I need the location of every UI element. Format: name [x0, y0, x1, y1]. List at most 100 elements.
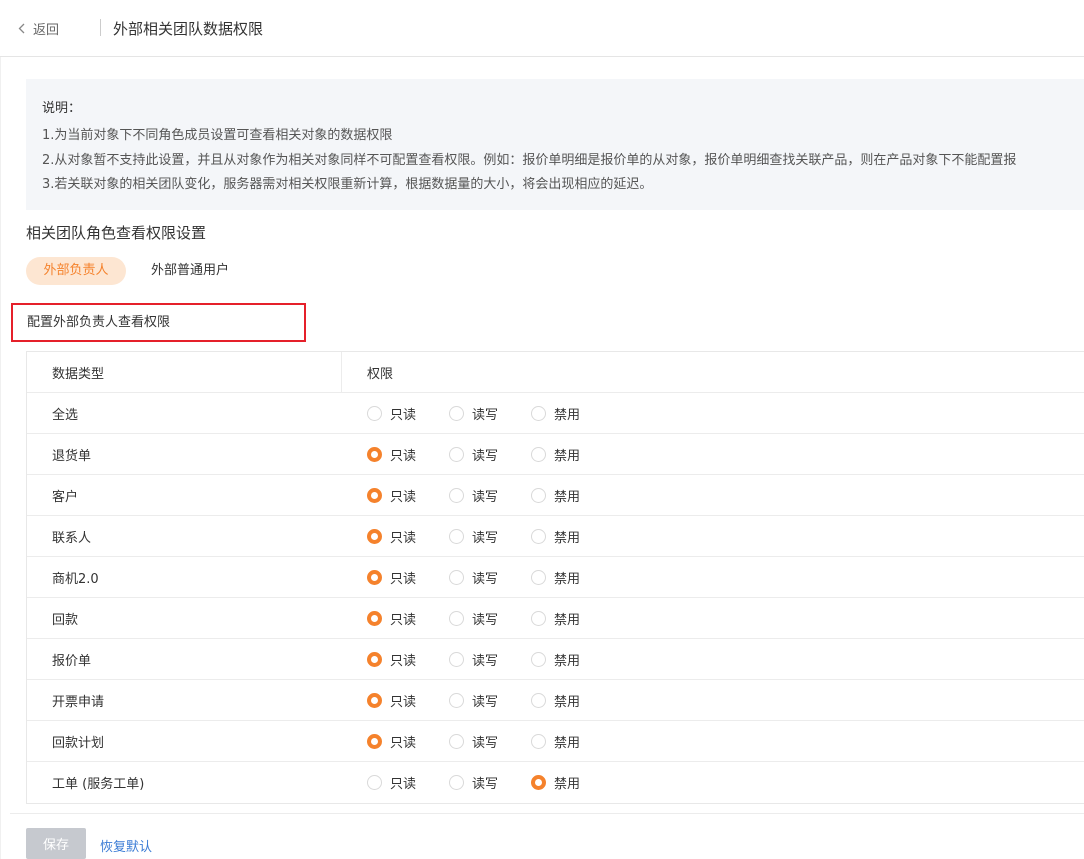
table-row: 全选 只读 读写 禁用: [27, 393, 1084, 434]
permission-radio-option[interactable]: 读写: [449, 691, 531, 710]
radio-unchecked-icon[interactable]: [449, 651, 464, 667]
radio-unchecked-icon[interactable]: [449, 487, 464, 503]
permission-radio-option[interactable]: 禁用: [531, 650, 613, 669]
data-type-name: 客户: [52, 489, 79, 505]
radio-checked-icon[interactable]: [367, 487, 382, 503]
radio-checked-icon[interactable]: [367, 651, 382, 667]
radio-unchecked-icon[interactable]: [531, 610, 546, 626]
radio-unchecked-icon[interactable]: [449, 446, 464, 462]
permission-options: 只读 读写 禁用: [342, 557, 1084, 597]
radio-label: 只读: [390, 612, 417, 628]
permission-radio-option[interactable]: 只读: [367, 732, 449, 751]
permission-options: 只读 读写 禁用: [342, 680, 1084, 720]
radio-checked-icon[interactable]: [367, 569, 382, 585]
permission-radio-option[interactable]: 只读: [367, 404, 449, 423]
table-row: 开票申请 只读 读写 禁用: [27, 680, 1084, 721]
data-type-name: 工单 (服务工单): [52, 777, 145, 792]
radio-label: 读写: [472, 694, 499, 710]
permission-radio-option[interactable]: 读写: [449, 732, 531, 751]
radio-unchecked-icon[interactable]: [531, 651, 546, 667]
notice-line: 3.若关联对象的相关团队变化，服务器需对相关权限重新计算，根据数据量的大小，将会…: [42, 177, 653, 192]
permission-radio-option[interactable]: 读写: [449, 773, 531, 792]
radio-checked-icon[interactable]: [367, 733, 382, 749]
permission-radio-option[interactable]: 只读: [367, 609, 449, 628]
permission-radio-option[interactable]: 禁用: [531, 404, 613, 423]
tab-external-owner[interactable]: 外部负责人: [26, 257, 126, 285]
radio-unchecked-icon[interactable]: [449, 405, 464, 421]
radio-unchecked-icon[interactable]: [531, 405, 546, 421]
radio-checked-icon[interactable]: [367, 446, 382, 462]
radio-label: 只读: [390, 448, 417, 464]
radio-unchecked-icon[interactable]: [531, 733, 546, 749]
permission-radio-option[interactable]: 读写: [449, 486, 531, 505]
data-type-name: 退货单: [52, 448, 92, 464]
radio-label: 读写: [472, 735, 499, 751]
table-row: 退货单 只读 读写 禁用: [27, 434, 1084, 475]
radio-label: 禁用: [554, 612, 581, 628]
permission-radio-option[interactable]: 只读: [367, 527, 449, 546]
table-row: 回款 只读 读写 禁用: [27, 598, 1084, 639]
permission-radio-option[interactable]: 禁用: [531, 568, 613, 587]
radio-unchecked-icon[interactable]: [449, 692, 464, 708]
radio-unchecked-icon[interactable]: [367, 405, 382, 421]
tab-external-user[interactable]: 外部普通用户: [151, 257, 229, 285]
radio-label: 禁用: [554, 489, 581, 505]
permission-radio-option[interactable]: 读写: [449, 527, 531, 546]
permission-radio-option[interactable]: 禁用: [531, 445, 613, 464]
radio-label: 读写: [472, 530, 499, 546]
table-row: 工单 (服务工单) 只读 读写 禁用: [27, 762, 1084, 803]
permission-radio-option[interactable]: 读写: [449, 568, 531, 587]
table-header: 数据类型 权限: [27, 352, 1084, 393]
permission-radio-option[interactable]: 读写: [449, 609, 531, 628]
permission-radio-option[interactable]: 只读: [367, 445, 449, 464]
radio-checked-icon[interactable]: [367, 692, 382, 708]
radio-label: 读写: [472, 612, 499, 628]
radio-checked-icon[interactable]: [367, 528, 382, 544]
radio-label: 禁用: [554, 448, 581, 464]
permission-radio-option[interactable]: 禁用: [531, 527, 613, 546]
data-type-name: 报价单: [52, 653, 92, 669]
radio-label: 禁用: [554, 653, 581, 669]
permission-radio-option[interactable]: 读写: [449, 650, 531, 669]
permission-radio-option[interactable]: 禁用: [531, 486, 613, 505]
radio-unchecked-icon[interactable]: [531, 692, 546, 708]
section-title: 相关团队角色查看权限设置: [26, 224, 207, 242]
table-row: 客户 只读 读写 禁用: [27, 475, 1084, 516]
radio-unchecked-icon[interactable]: [449, 528, 464, 544]
permission-radio-option[interactable]: 只读: [367, 691, 449, 710]
permission-radio-option[interactable]: 只读: [367, 568, 449, 587]
data-type-name: 商机2.0: [52, 571, 99, 587]
notice-title: 说明：: [42, 101, 82, 116]
radio-unchecked-icon[interactable]: [531, 528, 546, 544]
data-type-name: 全选: [52, 407, 79, 423]
chevron-left-icon: [18, 23, 25, 34]
permission-radio-option[interactable]: 只读: [367, 650, 449, 669]
radio-label: 读写: [472, 571, 499, 587]
back-button[interactable]: 返回: [18, 19, 59, 38]
radio-checked-icon[interactable]: [367, 610, 382, 626]
permission-radio-option[interactable]: 只读: [367, 486, 449, 505]
restore-default-link[interactable]: 恢复默认: [100, 836, 152, 855]
radio-label: 只读: [390, 530, 417, 546]
permission-radio-option[interactable]: 禁用: [531, 691, 613, 710]
permission-options: 只读 读写 禁用: [342, 516, 1084, 556]
save-button[interactable]: 保存: [26, 828, 86, 859]
permission-radio-option[interactable]: 读写: [449, 445, 531, 464]
permission-radio-option[interactable]: 禁用: [531, 773, 613, 792]
radio-unchecked-icon[interactable]: [531, 487, 546, 503]
radio-unchecked-icon[interactable]: [531, 569, 546, 585]
permission-radio-option[interactable]: 禁用: [531, 732, 613, 751]
permission-options: 只读 读写 禁用: [342, 475, 1084, 515]
permission-radio-option[interactable]: 读写: [449, 404, 531, 423]
radio-unchecked-icon[interactable]: [367, 775, 382, 790]
radio-unchecked-icon[interactable]: [449, 775, 464, 790]
radio-label: 只读: [390, 735, 417, 751]
radio-checked-icon[interactable]: [531, 775, 546, 790]
radio-unchecked-icon[interactable]: [531, 446, 546, 462]
permission-radio-option[interactable]: 禁用: [531, 609, 613, 628]
radio-unchecked-icon[interactable]: [449, 569, 464, 585]
permission-radio-option[interactable]: 只读: [367, 773, 449, 792]
radio-unchecked-icon[interactable]: [449, 610, 464, 626]
radio-unchecked-icon[interactable]: [449, 733, 464, 749]
permission-options: 只读 读写 禁用: [342, 393, 1084, 433]
